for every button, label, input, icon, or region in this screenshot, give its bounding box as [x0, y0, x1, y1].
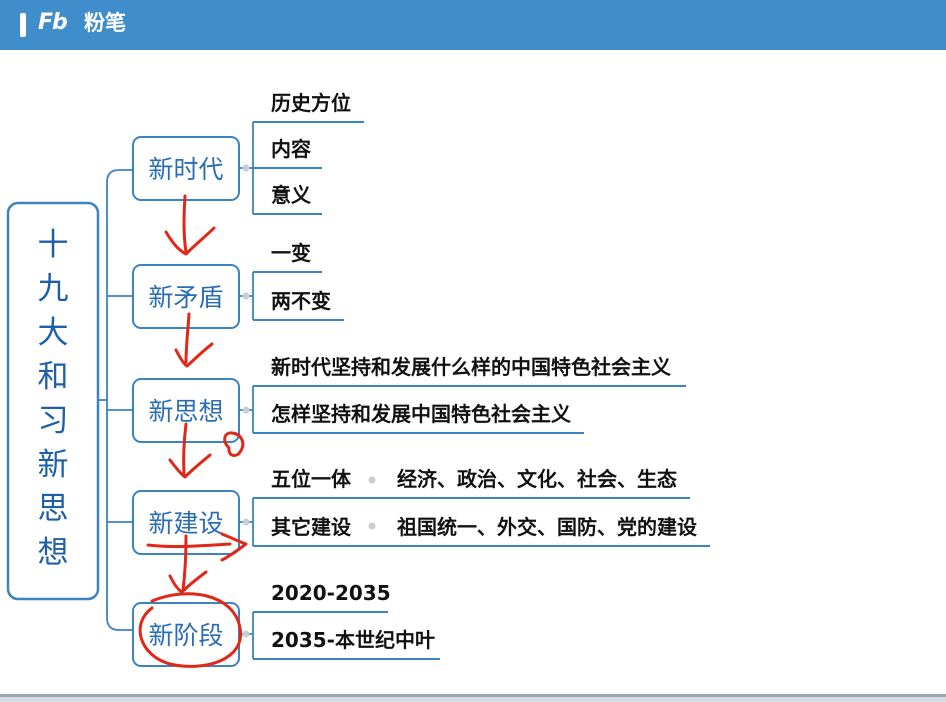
collapse-dot-icon[interactable] [242, 630, 250, 638]
root-label-char: 新 [38, 447, 69, 483]
collapse-dot-icon[interactable] [242, 406, 250, 414]
leaf-text: 新时代坚持和发展什么样的中国特色社会主义 [271, 355, 671, 379]
collapse-dot-icon[interactable] [368, 522, 376, 530]
root-label-char: 大 [38, 315, 69, 351]
leaf-text: 内容 [271, 137, 311, 161]
annotation-arrowhead-3 [168, 453, 212, 479]
annotation-arrowhead-2 [174, 342, 214, 368]
root-connectors [98, 169, 133, 631]
leaf-text: 五位一体 [271, 467, 352, 491]
leaf-text: 意义 [271, 183, 311, 207]
leaf-text: 怎样坚持和发展中国特色社会主义 [271, 402, 571, 426]
collapse-dots [242, 164, 376, 638]
annotation-arrow-1 [182, 194, 188, 254]
branch-label: 新阶段 [148, 621, 223, 650]
root-label-char: 习 [38, 403, 69, 439]
annotation-arrowhead-4 [168, 570, 208, 594]
leaf-text: 其它建设 [271, 515, 351, 539]
leaf-text: 一变 [271, 241, 311, 265]
leaf-detail-text: 祖国统一、外交、国防、党的建设 [396, 515, 697, 539]
root-label-char: 九 [38, 271, 69, 307]
root-label-char: 想 [38, 535, 69, 571]
collapse-dot-icon[interactable] [242, 518, 250, 526]
mind-map: 十九大和习新思想 新时代 新矛盾 新思想 新建设 新阶段 历史方位 内容 意义 … [6, 91, 710, 668]
annotation-arrow-3 [182, 422, 188, 476]
collapse-dot-icon[interactable] [368, 476, 376, 484]
annotation-arrowhead-1 [164, 226, 216, 256]
root-label-char: 十 [38, 227, 69, 263]
root-label-char: 和 [38, 359, 69, 395]
branch-label: 新思想 [148, 397, 223, 426]
branch-xinmaodun: 新矛盾 [132, 264, 240, 329]
leaf-text: 历史方位 [271, 91, 351, 115]
leaves: 历史方位 内容 意义 一变 两不变 新时代坚持和发展什么样的中国特色社会主义 怎… [271, 91, 697, 652]
root-label-char: 思 [38, 491, 69, 527]
branch-label: 新矛盾 [148, 283, 223, 312]
collapse-dot-icon[interactable] [242, 164, 250, 172]
bottom-border [0, 694, 946, 702]
branch-xinshidai: 新时代 [132, 136, 240, 201]
root-node: 十九大和习新思想 [6, 201, 100, 601]
leaf-text: 2020-2035 [271, 581, 391, 605]
collapse-dot-icon[interactable] [242, 292, 250, 300]
leaf-text: 2035-本世纪中叶 [271, 628, 435, 652]
branch-label: 新建设 [148, 509, 223, 538]
leaf-text: 两不变 [271, 289, 331, 313]
leaf-detail-text: 经济、政治、文化、社会、生态 [397, 467, 677, 491]
branch-label: 新时代 [148, 155, 223, 184]
